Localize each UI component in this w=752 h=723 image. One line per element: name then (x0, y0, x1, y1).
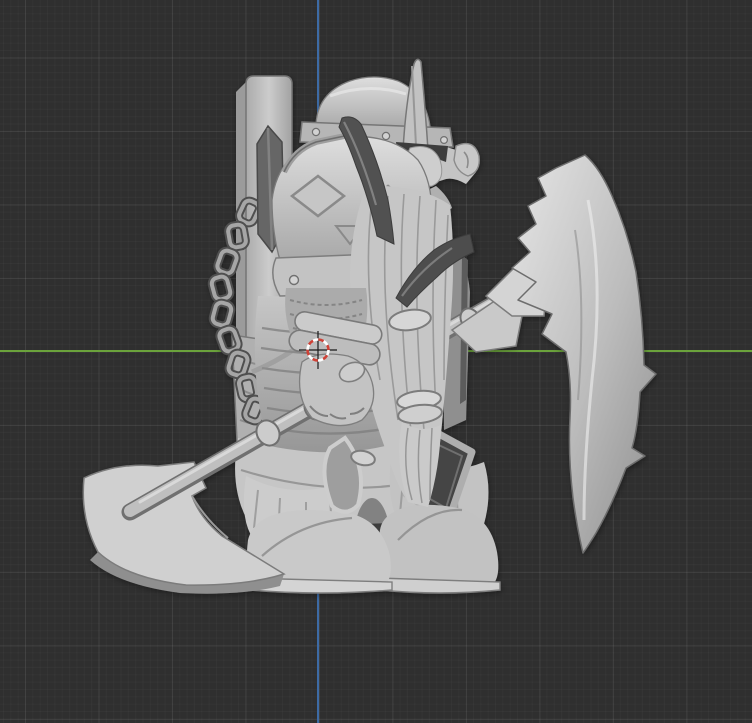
model-dwarf-miniature[interactable] (82, 58, 657, 594)
viewport-overlay (0, 0, 752, 723)
helmet (299, 58, 454, 151)
viewport-3d[interactable] (0, 0, 752, 723)
